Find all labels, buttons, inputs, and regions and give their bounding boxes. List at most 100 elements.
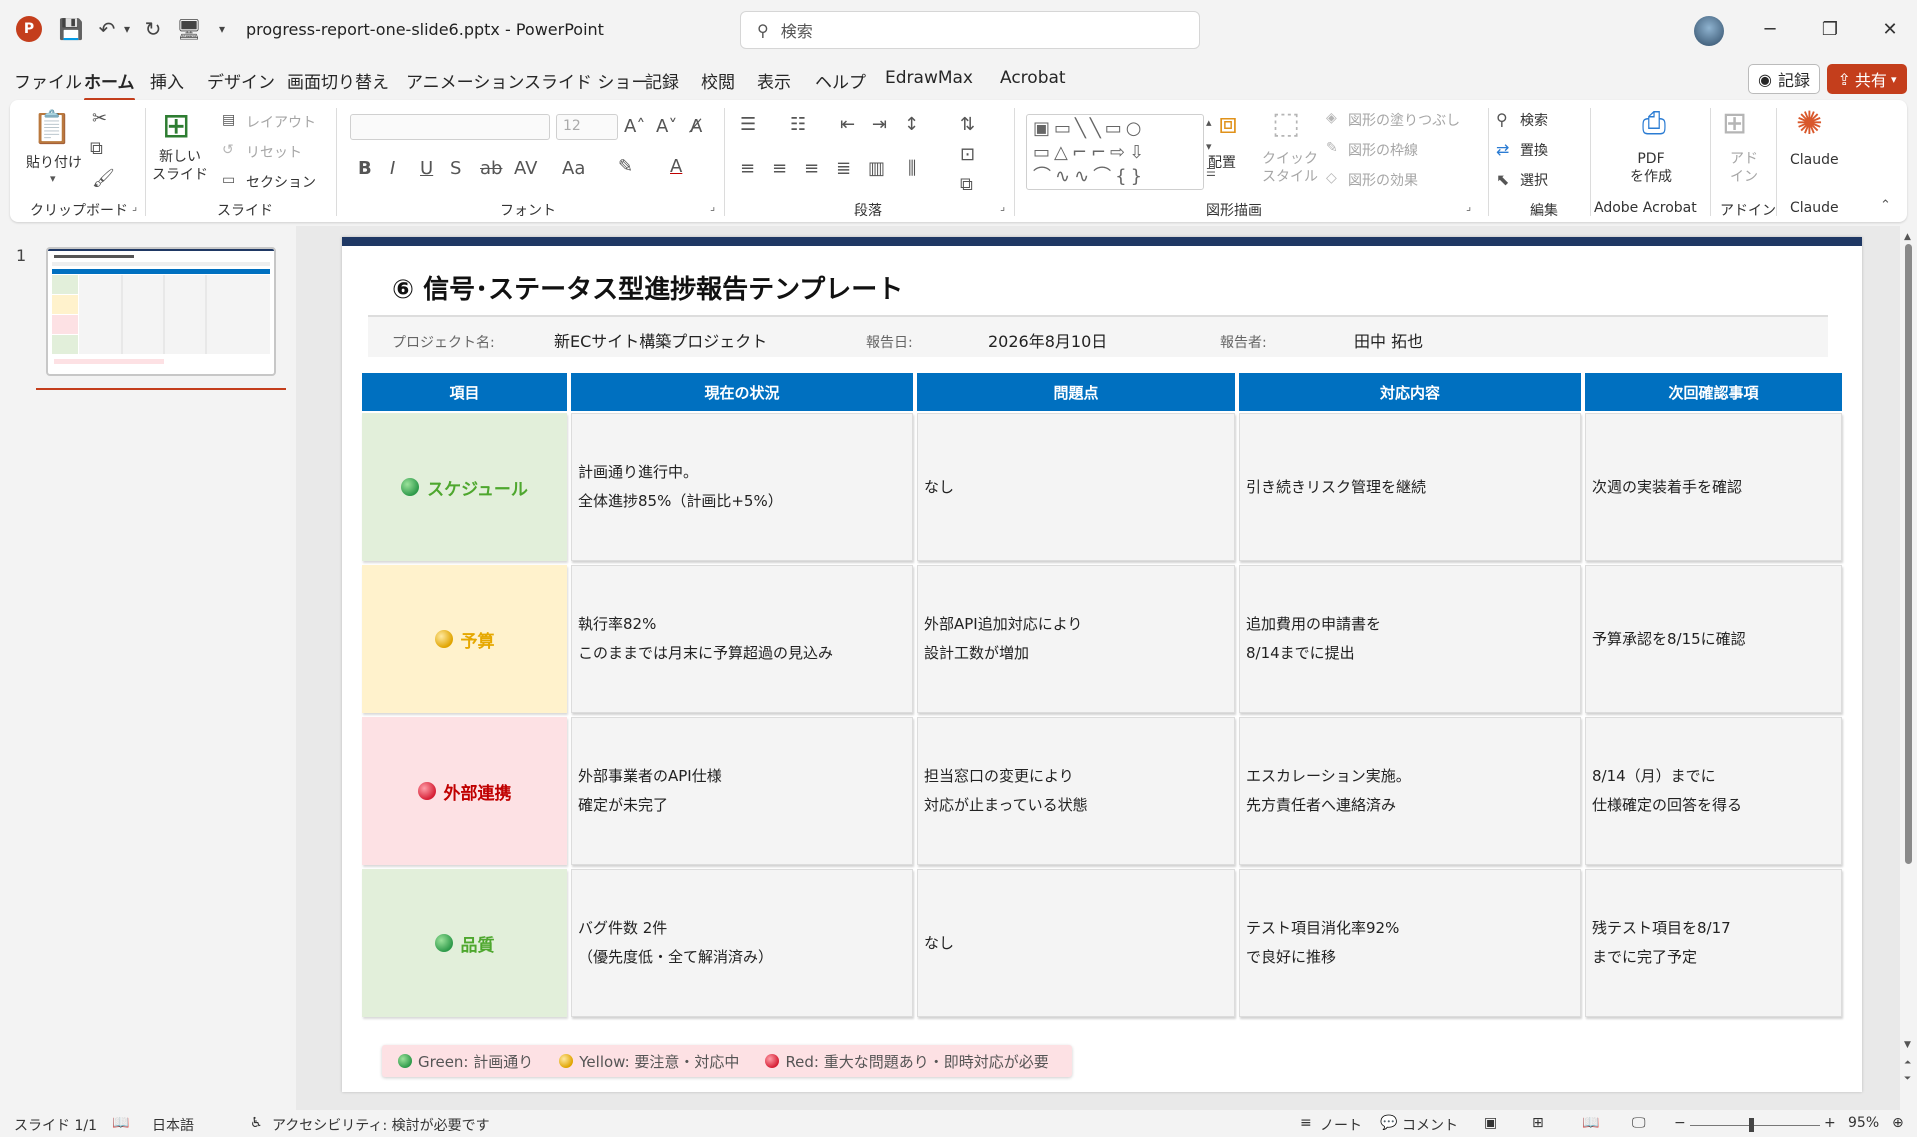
- spellcheck-icon[interactable]: 📖: [112, 1115, 129, 1131]
- paste-icon[interactable]: 📋: [32, 108, 72, 146]
- char-spacing-icon[interactable]: AV: [514, 158, 537, 179]
- tab-transitions[interactable]: 画面切り替え: [287, 68, 389, 93]
- decrease-font-icon[interactable]: A˅: [656, 116, 677, 137]
- redo-icon[interactable]: ↻: [140, 16, 166, 42]
- clipboard-launcher-icon[interactable]: ⌟: [132, 200, 137, 213]
- underline-icon[interactable]: U: [420, 158, 433, 179]
- vertical-scrollbar[interactable]: ▲ ▼ ⏶ ⏷: [1900, 232, 1917, 1092]
- create-pdf-label[interactable]: PDF を作成: [1630, 150, 1672, 186]
- accessibility-status[interactable]: アクセシビリティ: 検討が必要です: [272, 1115, 490, 1135]
- notes-button[interactable]: ノート: [1320, 1115, 1362, 1135]
- select-label[interactable]: 選択: [1520, 170, 1548, 190]
- scrollbar-thumb[interactable]: [1905, 244, 1912, 864]
- decrease-indent-icon[interactable]: ⇤: [840, 114, 855, 135]
- tab-home[interactable]: ホーム: [84, 68, 135, 101]
- layout-icon[interactable]: ▤: [222, 112, 235, 128]
- new-slide-label[interactable]: 新しい スライド: [152, 148, 208, 184]
- highlight-icon[interactable]: ✎: [618, 156, 633, 177]
- shape-outline-icon[interactable]: ✎: [1326, 140, 1338, 156]
- find-label[interactable]: 検索: [1520, 110, 1548, 130]
- copy-icon[interactable]: ⧉: [90, 138, 103, 159]
- quick-style-label[interactable]: クイック スタイル: [1262, 150, 1318, 186]
- user-avatar[interactable]: [1694, 16, 1724, 46]
- change-case-icon[interactable]: Aa: [562, 158, 585, 179]
- zoom-in-button[interactable]: +: [1824, 1115, 1836, 1131]
- strikethrough-icon[interactable]: ab: [480, 158, 502, 179]
- tab-edrawmax[interactable]: EdrawMax: [885, 68, 973, 88]
- scroll-down-icon[interactable]: ▼: [1904, 1040, 1911, 1050]
- slide-thumbnail[interactable]: [46, 247, 276, 376]
- normal-view-icon[interactable]: ▣: [1484, 1115, 1497, 1131]
- shape-gallery[interactable]: ▣▭╲╲▭○ ▭△⌐⌐⇨⇩ ⌒∿∿⌒{}: [1026, 114, 1204, 190]
- zoom-level[interactable]: 95%: [1848, 1115, 1879, 1131]
- section-icon[interactable]: ▭: [222, 172, 235, 188]
- tab-insert[interactable]: 挿入: [150, 68, 184, 93]
- record-button[interactable]: ◉ 記録: [1748, 64, 1820, 94]
- paragraph-launcher-icon[interactable]: ⌟: [1000, 200, 1005, 213]
- font-size-combo[interactable]: 12: [556, 114, 618, 140]
- justify-icon[interactable]: ≣: [836, 158, 851, 179]
- line-spacing-icon[interactable]: ↕: [904, 114, 919, 135]
- align-right-icon[interactable]: ≡: [804, 158, 819, 179]
- minimize-icon[interactable]: ─: [1755, 16, 1785, 42]
- find-icon[interactable]: ⚲: [1496, 110, 1508, 129]
- new-slide-icon[interactable]: ⊞: [162, 106, 191, 146]
- bullets-icon[interactable]: ☰: [740, 114, 756, 135]
- bold-icon[interactable]: B: [358, 158, 372, 179]
- arrange-shapes-icon[interactable]: ⧈: [1208, 106, 1248, 141]
- claude-button-label[interactable]: Claude: [1790, 152, 1839, 168]
- addins-label[interactable]: アド イン: [1730, 150, 1758, 186]
- reset-label[interactable]: リセット: [246, 142, 302, 162]
- tab-file[interactable]: ファイル: [14, 68, 82, 93]
- replace-label[interactable]: 置換: [1520, 140, 1548, 160]
- next-slide-icon[interactable]: ⏷: [1904, 1074, 1911, 1084]
- undo-icon[interactable]: ↶: [94, 16, 120, 42]
- slideshow-view-icon[interactable]: 🖵: [1632, 1115, 1646, 1131]
- format-painter-icon[interactable]: 🖌: [92, 168, 115, 189]
- shape-fill-label[interactable]: 図形の塗りつぶし: [1348, 110, 1460, 130]
- restore-icon[interactable]: ❐: [1815, 16, 1845, 42]
- claude-logo-icon[interactable]: ✺: [1796, 104, 1823, 142]
- shape-effect-label[interactable]: 図形の効果: [1348, 170, 1418, 190]
- paste-dropdown-icon[interactable]: ▾: [50, 172, 56, 185]
- reading-view-icon[interactable]: 📖: [1582, 1115, 1599, 1131]
- tab-design[interactable]: デザイン: [207, 68, 275, 93]
- fit-to-window-icon[interactable]: ⊕: [1892, 1115, 1904, 1131]
- font-launcher-icon[interactable]: ⌟: [710, 200, 715, 213]
- language-indicator[interactable]: 日本語: [152, 1115, 194, 1135]
- tab-help[interactable]: ヘルプ: [815, 68, 866, 93]
- close-icon[interactable]: ✕: [1875, 16, 1905, 42]
- shape-outline-label[interactable]: 図形の枠線: [1348, 140, 1418, 160]
- shape-effect-icon[interactable]: ◇: [1326, 170, 1337, 186]
- paste-button-label[interactable]: 貼り付け: [26, 152, 82, 172]
- tab-view[interactable]: 表示: [757, 68, 791, 93]
- accessibility-icon[interactable]: ♿: [250, 1115, 263, 1131]
- slide-title[interactable]: ⑥ 信号･ステータス型進捗報告テンプレート: [392, 269, 903, 306]
- increase-indent-icon[interactable]: ⇥: [872, 114, 887, 135]
- present-from-start-icon[interactable]: 🖥: [176, 16, 202, 42]
- comments-button[interactable]: コメント: [1402, 1115, 1458, 1135]
- distributed-icon[interactable]: ▥: [868, 158, 885, 179]
- comments-icon[interactable]: 💬: [1380, 1115, 1397, 1131]
- reset-icon[interactable]: ↺: [222, 142, 234, 158]
- align-text-icon[interactable]: ⊡: [960, 144, 975, 165]
- text-direction-icon[interactable]: ⇅: [960, 114, 975, 135]
- previous-slide-icon[interactable]: ⏶: [1904, 1058, 1911, 1068]
- align-center-icon[interactable]: ≡: [772, 158, 787, 179]
- smartart-icon[interactable]: ⧉: [960, 174, 973, 195]
- slide-sorter-icon[interactable]: ⊞: [1532, 1115, 1544, 1131]
- italic-icon[interactable]: I: [390, 158, 395, 179]
- tab-slideshow[interactable]: スライド ショー: [524, 68, 648, 93]
- layout-label[interactable]: レイアウト: [246, 112, 316, 132]
- quick-style-icon[interactable]: ⬚: [1266, 106, 1306, 141]
- undo-dropdown-icon[interactable]: ▾: [120, 16, 134, 42]
- select-icon[interactable]: ⬉: [1496, 170, 1509, 189]
- zoom-out-button[interactable]: −: [1674, 1115, 1686, 1131]
- section-label[interactable]: セクション: [246, 172, 316, 192]
- create-pdf-icon[interactable]: ⎙: [1642, 106, 1666, 141]
- collapse-ribbon-icon[interactable]: ⌃: [1880, 198, 1891, 213]
- drawing-launcher-icon[interactable]: ⌟: [1466, 200, 1471, 213]
- share-button[interactable]: ⇪ 共有 ▾: [1827, 64, 1907, 94]
- font-color-icon[interactable]: A: [670, 156, 682, 177]
- notes-icon[interactable]: ≡: [1300, 1115, 1312, 1131]
